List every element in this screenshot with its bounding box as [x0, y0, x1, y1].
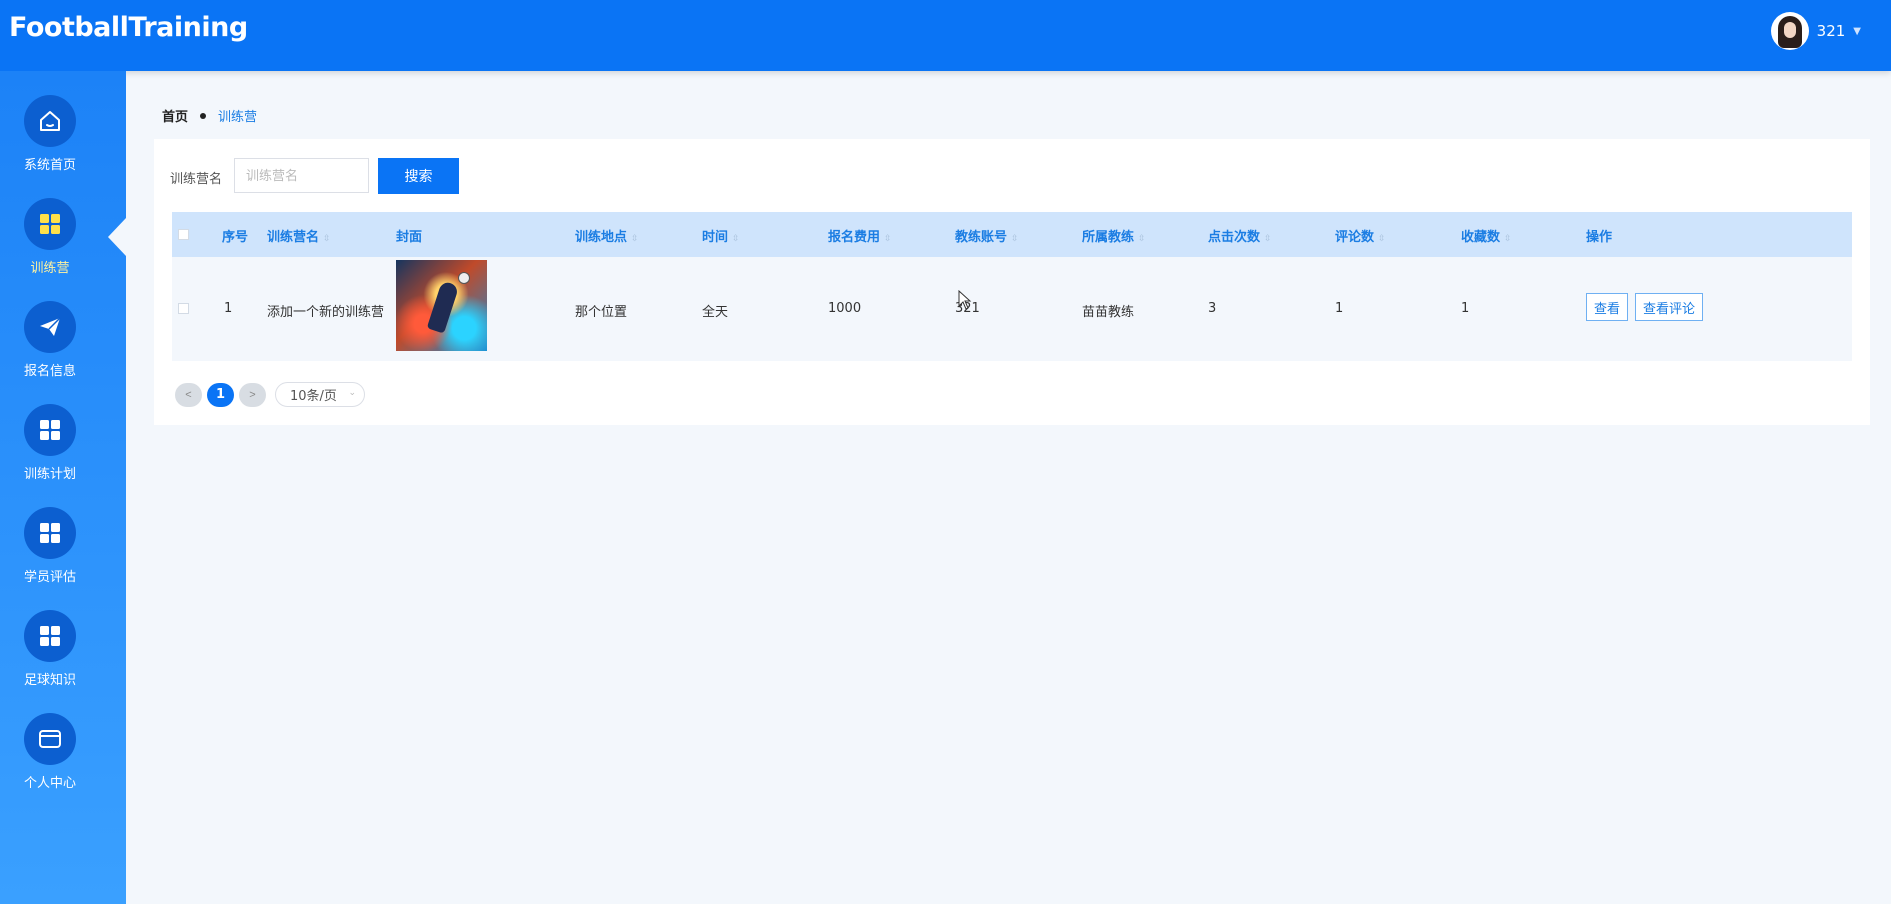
- table-header: 序号 训练营名 ⇳ 封面 训练地点 ⇳ 时间 ⇳ 报名费用 ⇳ 教练账号 ⇳ 所属教练 ⇳ …: [172, 212, 1852, 257]
- cell-time: 全天: [702, 305, 729, 320]
- sort-icon: ⇳: [1264, 234, 1272, 244]
- next-page-button[interactable]: >: [239, 382, 266, 407]
- user-menu[interactable]: 321 ▼: [1770, 12, 1861, 50]
- sidebar-item-label: 训练营: [30, 261, 70, 276]
- search-button[interactable]: 搜索: [378, 158, 459, 194]
- sort-icon: ⇳: [1011, 234, 1019, 244]
- active-indicator: [108, 218, 126, 256]
- column-header[interactable]: 所属教练 ⇳: [1082, 226, 1146, 245]
- sidebar-item-label: 足球知识: [23, 673, 76, 688]
- column-header[interactable]: 评论数 ⇳: [1335, 226, 1386, 245]
- data-table: 序号 训练营名 ⇳ 封面 训练地点 ⇳ 时间 ⇳ 报名费用 ⇳ 教练账号 ⇳ 所属教练 ⇳ …: [172, 212, 1852, 361]
- column-header[interactable]: 收藏数 ⇳: [1461, 226, 1512, 245]
- caret-down-icon[interactable]: ▼: [1853, 26, 1861, 37]
- sort-icon: ⇳: [884, 234, 892, 244]
- page-size-value: 10条/页: [290, 389, 337, 404]
- view-button[interactable]: 查看: [1586, 293, 1629, 321]
- breadcrumb-home[interactable]: 首页: [162, 106, 188, 125]
- sidebar-item-registration[interactable]: 报名信息: [0, 301, 100, 379]
- chevron-down-icon: ⌄: [348, 388, 356, 398]
- column-header: 操作: [1586, 230, 1613, 245]
- grid-icon: [40, 214, 60, 234]
- search-label: 训练营名: [170, 172, 223, 187]
- cover-image: [396, 260, 487, 351]
- avatar[interactable]: [1770, 12, 1809, 50]
- sort-icon: ⇳: [631, 234, 639, 244]
- sort-icon: ⇳: [732, 234, 740, 244]
- sidebar-item-label: 系统首页: [23, 158, 76, 173]
- brand-title: FootballTraining: [9, 12, 248, 43]
- breadcrumb-current: 训练营: [218, 110, 258, 125]
- page-number[interactable]: 1: [207, 382, 234, 407]
- sort-icon: ⇳: [1504, 234, 1512, 244]
- cell-name: 添加一个新的训练营: [267, 305, 385, 320]
- column-header[interactable]: 报名费用 ⇳: [828, 226, 892, 245]
- column-header: 封面: [396, 230, 423, 245]
- page-size-select[interactable]: 10条/页 ⌄: [275, 382, 365, 407]
- grid-icon: [40, 420, 60, 440]
- cell-favorites: 1: [1461, 301, 1470, 316]
- select-all-checkbox[interactable]: [178, 229, 189, 240]
- content-panel: 训练营名 搜索 序号 训练营名⇳ 封面 训练地点⇳ 时间⇳ 报名费用⇳ 教练账号…: [154, 139, 1870, 425]
- sidebar-item-label: 学员评估: [23, 570, 76, 585]
- table-row[interactable]: 1 添加一个新的训练营 那个位置 全天 1000 321 苗苗教练 3 1 1 …: [172, 257, 1852, 361]
- sidebar-item-home[interactable]: 系统首页: [0, 95, 100, 173]
- row-checkbox[interactable]: [178, 303, 189, 314]
- grid-icon: [40, 626, 60, 646]
- sidebar-item-training-plan[interactable]: 训练计划: [0, 404, 100, 482]
- column-header: 序号: [222, 230, 249, 245]
- cell-location: 那个位置: [575, 305, 628, 320]
- cell-clicks: 3: [1208, 301, 1217, 316]
- sidebar-item-student-evaluation[interactable]: 学员评估: [0, 507, 100, 585]
- sidebar-item-training-camp[interactable]: 训练营: [0, 198, 100, 276]
- column-header[interactable]: 训练营名 ⇳: [267, 226, 331, 245]
- column-header[interactable]: 时间 ⇳: [702, 226, 740, 245]
- column-header[interactable]: 教练账号 ⇳: [955, 226, 1019, 245]
- search-input[interactable]: [234, 158, 369, 193]
- sidebar-item-football-knowledge[interactable]: 足球知识: [0, 610, 100, 688]
- view-comments-button[interactable]: 查看评论: [1635, 293, 1704, 321]
- sidebar-item-label: 报名信息: [23, 364, 76, 379]
- card-icon: [39, 730, 61, 748]
- sidebar-item-label: 训练计划: [23, 467, 76, 482]
- paper-plane-icon: [40, 317, 61, 336]
- prev-page-button[interactable]: <: [175, 382, 202, 407]
- sort-icon: ⇳: [1378, 234, 1386, 244]
- cell-comments: 1: [1335, 301, 1344, 316]
- cell-index: 1: [224, 301, 233, 316]
- pagination: < 1 > 10条/页 ⌄: [175, 382, 365, 407]
- cell-coach: 苗苗教练: [1082, 305, 1135, 320]
- breadcrumb: 首页 训练营: [162, 106, 257, 125]
- sidebar-item-personal-center[interactable]: 个人中心: [0, 713, 100, 791]
- top-header: FootballTraining 321 ▼: [0, 0, 1891, 71]
- column-header[interactable]: 点击次数 ⇳: [1208, 226, 1272, 245]
- breadcrumb-separator: [200, 112, 207, 119]
- sort-icon: ⇳: [1138, 234, 1146, 244]
- sidebar: 系统首页 训练营 报名信息 训练计划 学员评估 足球知识 个人中心: [0, 71, 126, 904]
- cell-fee: 1000: [828, 301, 862, 316]
- column-header[interactable]: 训练地点 ⇳: [575, 226, 639, 245]
- mouse-cursor-icon: [958, 290, 972, 310]
- home-icon: [40, 111, 60, 131]
- username[interactable]: 321: [1817, 22, 1846, 40]
- sidebar-item-label: 个人中心: [23, 776, 76, 791]
- sort-icon: ⇳: [323, 234, 331, 244]
- grid-icon: [40, 523, 60, 543]
